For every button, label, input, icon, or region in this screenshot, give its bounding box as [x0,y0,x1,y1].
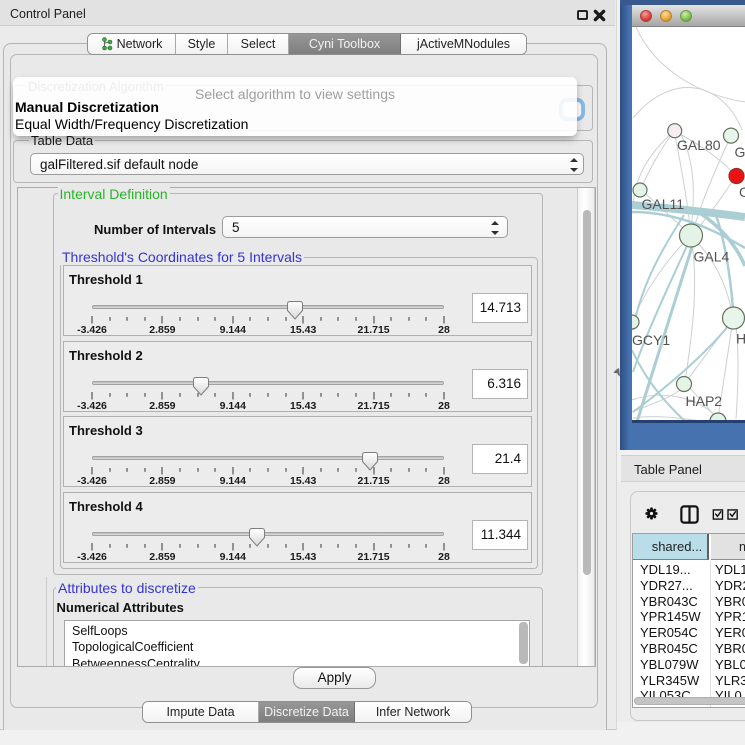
svg-text:GAL80: GAL80 [677,137,721,153]
svg-text:C: C [739,184,745,200]
svg-text:GAL11: GAL11 [642,196,685,212]
svg-text:GCY1: GCY1 [632,332,670,348]
svg-text:G.: G. [735,144,745,160]
svg-text:GAL4: GAL4 [694,249,730,265]
svg-text:HAP2: HAP2 [686,393,723,409]
svg-text:H: H [736,331,745,347]
